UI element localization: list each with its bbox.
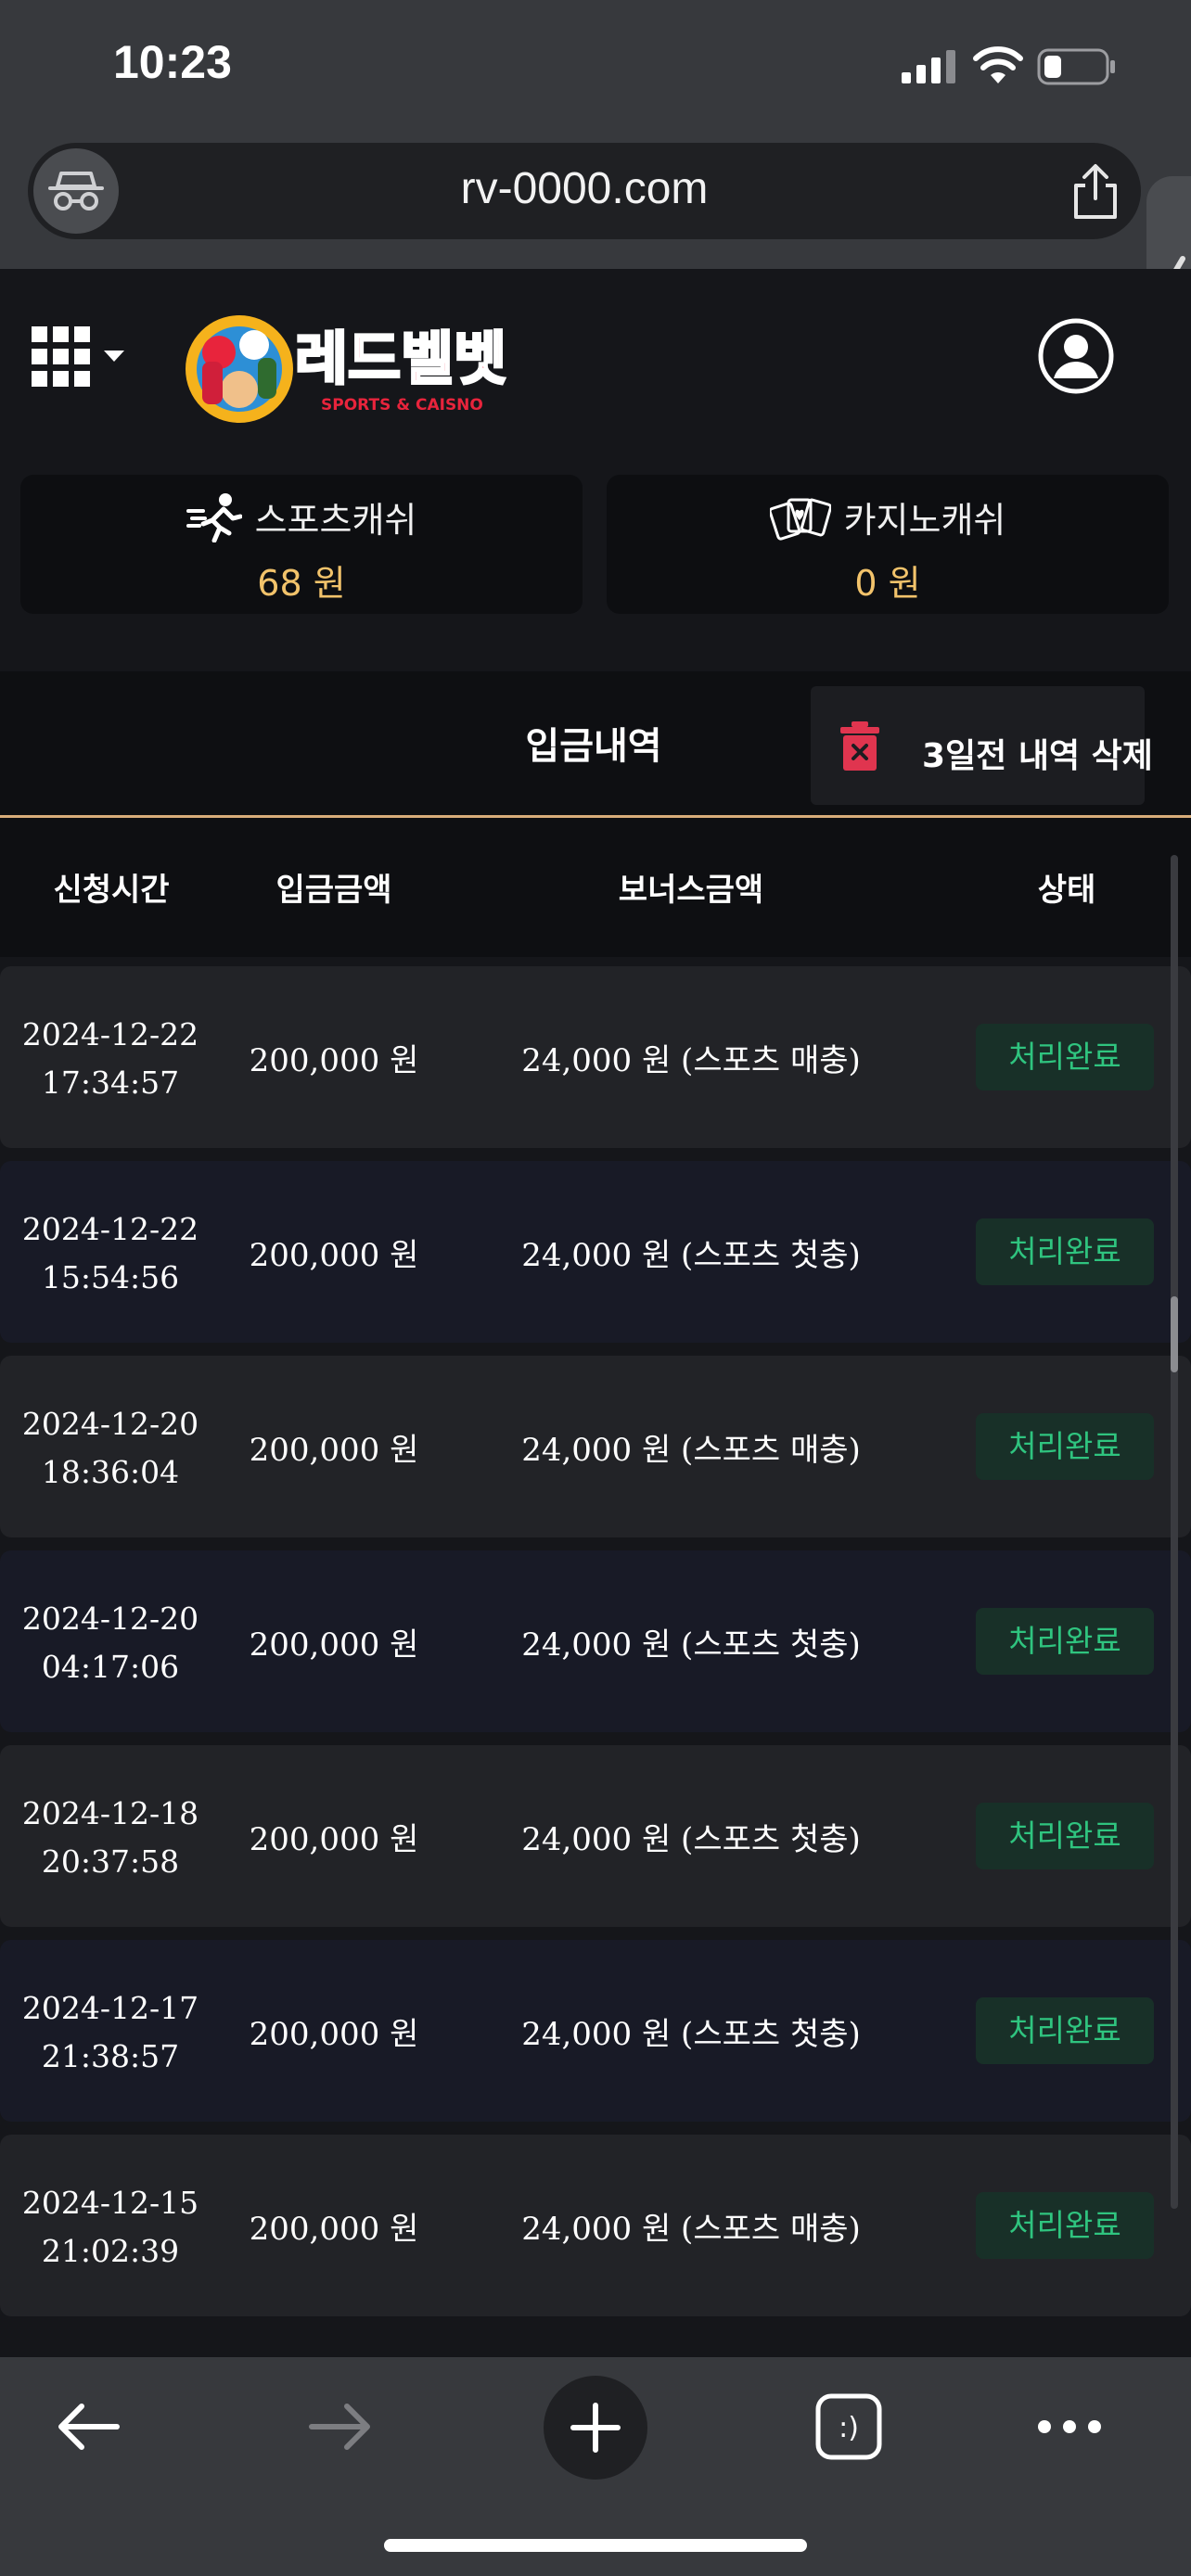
menu-grid-icon[interactable] [32,326,132,388]
status-badge: 처리완료 [976,1413,1154,1480]
table-row: 2024-12-15 21:02:39 200,000 원 24,000 원 (스… [0,2135,1191,2316]
bonus-amount: 24,000 원 (스포츠 첫충) [521,2016,861,2053]
request-date: 2024-12-15 [21,2185,199,2221]
request-clock: 20:37:58 [41,1843,180,1880]
playing-cards-icon [769,498,831,541]
request-clock: 18:36:04 [41,1454,180,1490]
deposit-amount: 200,000 원 [249,2016,419,2053]
request-date: 2024-12-20 [21,1406,199,1442]
deposit-amount: 200,000 원 [249,1432,419,1469]
site-header: 레드벨벳 SPORTS & CAISNO [0,269,1191,464]
bonus-amount: 24,000 원 (스포츠 매충) [521,1432,861,1469]
browser-address-bar: rv-0000.com [0,139,1191,269]
table-header: 신청시간 입금금액 보너스금액 상태 [0,818,1191,957]
signal-icon [902,50,955,83]
request-clock: 17:34:57 [41,1065,180,1101]
url-text: rv-0000.com [460,164,709,213]
logo-tagline: SPORTS & CAISNO [321,396,483,414]
back-button[interactable] [37,2376,139,2478]
bonus-amount: 24,000 원 (스포츠 매충) [521,2211,861,2248]
request-date: 2024-12-22 [21,1211,199,1247]
request-date: 2024-12-18 [21,1795,199,1831]
plus-icon [570,2403,621,2453]
table-row: 2024-12-22 17:34:57 200,000 원 24,000 원 (스… [0,966,1191,1148]
battery-icon [1037,48,1115,85]
deposit-amount: 200,000 원 [249,1042,419,1079]
deposit-amount: 200,000 원 [249,1626,419,1664]
casino-cash-card[interactable]: 카지노캐쉬 0 원 [607,475,1169,614]
new-tab-button[interactable] [544,2376,647,2480]
sports-cash-value: 68 원 [257,563,346,604]
column-header-status: 상태 [1037,872,1096,909]
more-dots-icon [1038,2420,1101,2433]
status-badge: 처리완료 [976,2192,1154,2259]
deposit-history-header: 입금내역 3일전 내역 삭제 [0,671,1191,818]
column-header-amount: 입금금액 [275,872,392,909]
table-row: 2024-12-20 18:36:04 200,000 원 24,000 원 (스… [0,1356,1191,1537]
sports-runner-icon [186,492,242,542]
logo-name: 레드벨벳 [295,325,506,392]
request-time: 2024-12-22 17:34:57 [0,1011,221,1107]
bonus-amount: 24,000 원 (스포츠 첫충) [521,1626,861,1664]
wifi-icon [973,46,1023,83]
request-clock: 15:54:56 [41,1259,180,1295]
sports-cash-card[interactable]: 스포츠캐쉬 68 원 [20,475,583,614]
home-indicator[interactable] [384,2539,807,2552]
bonus-amount: 24,000 원 (스포츠 매충) [521,1042,861,1079]
table-row: 2024-12-17 21:38:57 200,000 원 24,000 원 (스… [0,1940,1191,2122]
trash-icon [840,721,879,771]
request-clock: 21:02:39 [41,2233,180,2269]
sports-cash-label: 스포츠캐쉬 [254,500,417,541]
status-badge: 처리완료 [976,1024,1154,1090]
status-badge: 처리완료 [976,1608,1154,1675]
site-logo[interactable]: 레드벨벳 SPORTS & CAISNO [182,297,531,436]
page-title: 입금내역 [525,725,662,768]
request-time: 2024-12-20 04:17:06 [0,1595,221,1691]
table-row: 2024-12-20 04:17:06 200,000 원 24,000 원 (스… [0,1550,1191,1732]
request-date: 2024-12-22 [21,1016,199,1052]
request-time: 2024-12-20 18:36:04 [0,1400,221,1497]
request-time: 2024-12-22 15:54:56 [0,1205,221,1302]
casino-cash-value: 0 원 [854,563,921,604]
status-bar: 10:23 [0,0,1191,139]
column-header-time: 신청시간 [53,872,170,909]
request-date: 2024-12-20 [21,1600,199,1637]
tabs-button[interactable]: :) [798,2376,900,2478]
table-row: 2024-12-18 20:37:58 200,000 원 24,000 원 (스… [0,1745,1191,1927]
deposit-history-list: 2024-12-22 17:34:57 200,000 원 24,000 원 (스… [0,966,1191,2329]
delete-old-history-label: 3일전 내역 삭제 [922,737,1153,775]
deposit-amount: 200,000 원 [249,2211,419,2248]
arrow-right-icon [309,2404,370,2450]
request-clock: 21:38:57 [41,2038,180,2074]
status-badge: 처리완료 [976,1997,1154,2064]
user-account-icon[interactable] [1037,317,1115,395]
arrow-left-icon [58,2404,120,2450]
share-icon[interactable] [1067,163,1124,221]
request-time: 2024-12-17 21:38:57 [0,1984,221,2081]
request-clock: 04:17:06 [41,1649,180,1685]
status-badge: 처리완료 [976,1803,1154,1869]
table-row: 2024-12-22 15:54:56 200,000 원 24,000 원 (스… [0,1161,1191,1343]
tabs-icon: :) [815,2393,882,2460]
tabs-label: :) [839,2412,859,2444]
forward-button[interactable] [289,2376,391,2478]
status-time: 10:23 [113,36,232,88]
url-field[interactable]: rv-0000.com [28,143,1141,239]
status-badge: 처리완료 [976,1218,1154,1285]
more-button[interactable] [1018,2376,1121,2478]
casino-cash-label: 카지노캐쉬 [843,500,1006,541]
delete-old-history-button[interactable]: 3일전 내역 삭제 [811,686,1153,805]
deposit-amount: 200,000 원 [249,1237,419,1274]
request-date: 2024-12-17 [21,1990,199,2026]
request-time: 2024-12-18 20:37:58 [0,1790,221,1886]
bonus-amount: 24,000 원 (스포츠 첫충) [521,1237,861,1274]
request-time: 2024-12-15 21:02:39 [0,2179,221,2276]
bonus-amount: 24,000 원 (스포츠 첫충) [521,1821,861,1858]
deposit-amount: 200,000 원 [249,1821,419,1858]
scrollbar-thumb[interactable] [1171,1296,1178,1372]
scrollbar-track[interactable] [1171,855,1178,2209]
column-header-bonus: 보너스금액 [618,872,764,909]
